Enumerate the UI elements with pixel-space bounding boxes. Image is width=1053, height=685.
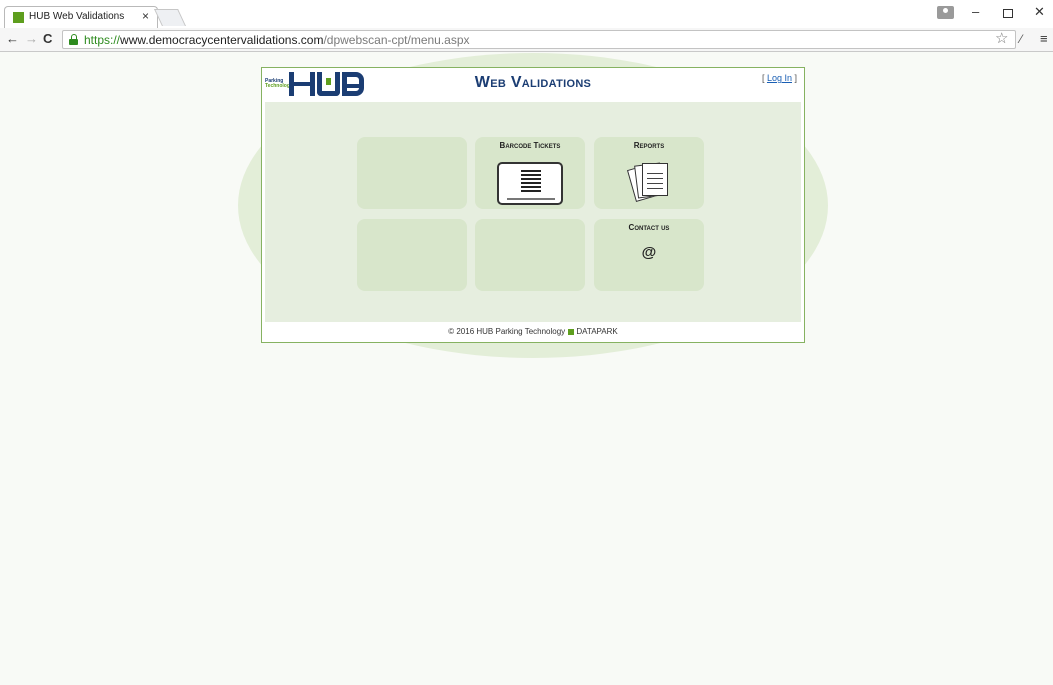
brand-text: DATAPARK — [576, 327, 618, 336]
tab-title: HUB Web Validations — [29, 11, 125, 22]
extension-icon[interactable]: ⁄ — [1020, 32, 1022, 46]
contact-us-tile[interactable]: Contact us @ — [594, 219, 704, 291]
restore-icon[interactable] — [1003, 9, 1013, 18]
app-header: Parking Technology Web Validations [ Log… — [262, 68, 804, 102]
browser-toolbar: ← → C https://www.democracycentervalidat… — [0, 28, 1053, 52]
barcode-ticket-icon[interactable] — [497, 162, 563, 205]
menu-panel: Barcode Tickets Reports Contact us @ — [265, 102, 801, 322]
bookmark-star-icon[interactable]: ☆ — [995, 29, 1008, 47]
login-link[interactable]: Log In — [767, 73, 792, 83]
at-sign-icon[interactable]: @ — [594, 244, 704, 261]
tile-label: Reports — [633, 141, 665, 150]
tile-label: Contact us — [628, 223, 670, 232]
minimize-icon[interactable]: – — [972, 4, 979, 19]
lock-icon — [69, 34, 78, 45]
datapark-square-icon — [568, 329, 575, 335]
barcode-tickets-tile[interactable]: Barcode Tickets — [475, 137, 585, 209]
documents-icon[interactable] — [626, 158, 671, 204]
tab-close-icon[interactable]: × — [142, 9, 149, 23]
address-bar[interactable]: https://www.democracycentervalidations.c… — [62, 30, 1016, 49]
close-window-icon[interactable]: ✕ — [1034, 4, 1045, 20]
reload-icon[interactable]: C — [43, 31, 52, 46]
login-area: [ Log In ] — [761, 73, 797, 83]
app-frame: Parking Technology Web Validations [ Log… — [261, 67, 805, 343]
back-arrow-icon[interactable]: ← — [6, 31, 19, 46]
copyright-text: © 2016 HUB Parking Technology — [448, 327, 566, 336]
reports-tile[interactable]: Reports — [594, 137, 704, 209]
profile-icon[interactable] — [937, 6, 954, 19]
new-tab-button[interactable] — [154, 9, 186, 26]
tile-label: Barcode Tickets — [499, 141, 561, 150]
browser-tab[interactable]: HUB Web Validations × — [4, 6, 158, 28]
menu-tile-empty — [357, 137, 467, 209]
favicon-icon — [13, 12, 24, 23]
forward-arrow-icon[interactable]: → — [25, 31, 38, 46]
browser-tab-strip: HUB Web Validations × – ✕ — [0, 0, 1053, 28]
chrome-menu-icon[interactable]: ≡ — [1040, 31, 1048, 46]
url-text: https://www.democracycentervalidations.c… — [84, 33, 470, 47]
menu-tile-empty — [357, 219, 467, 291]
page-footer: © 2016 HUB Parking Technology DATAPARK — [262, 322, 804, 342]
menu-tile-empty — [475, 219, 585, 291]
page-viewport: Parking Technology Web Validations [ Log… — [0, 53, 1053, 685]
page-title: Web Validations — [474, 74, 592, 91]
